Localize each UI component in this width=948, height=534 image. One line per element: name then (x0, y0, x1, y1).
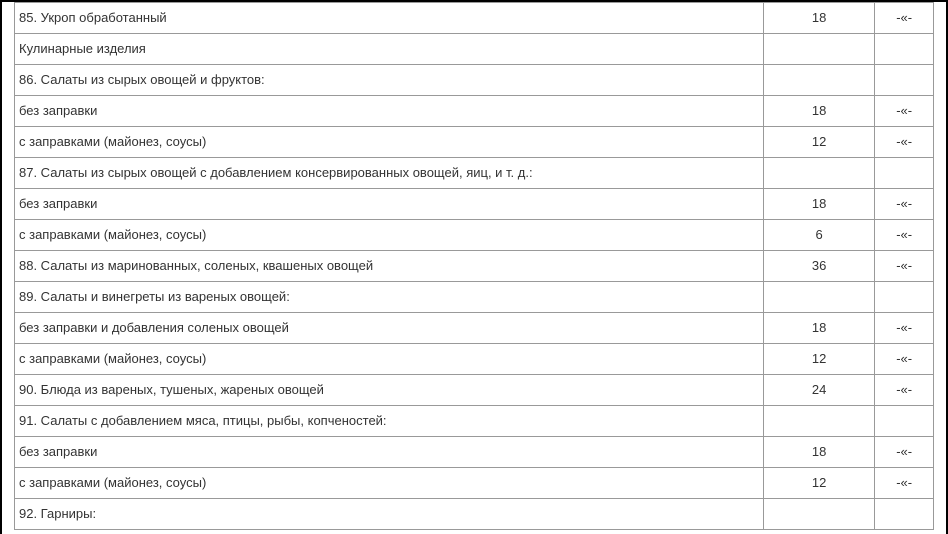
table-row: с заправками (майонез, соусы) 12 -«- (15, 468, 934, 499)
table-row: Кулинарные изделия (15, 34, 934, 65)
table-body: 85. Укроп обработанный 18 -«- Кулинарные… (15, 3, 934, 530)
cell-name: 88. Салаты из маринованных, соленых, ква… (15, 251, 764, 282)
table-row: 85. Укроп обработанный 18 -«- (15, 3, 934, 34)
table-row: 92. Гарниры: (15, 499, 934, 530)
cell-mark (875, 406, 934, 437)
cell-value: 18 (763, 437, 874, 468)
cell-name: с заправками (майонез, соусы) (15, 468, 764, 499)
table-row: без заправки 18 -«- (15, 96, 934, 127)
cell-value: 12 (763, 127, 874, 158)
cell-mark: -«- (875, 251, 934, 282)
cell-mark: -«- (875, 344, 934, 375)
cell-name: без заправки (15, 437, 764, 468)
cell-mark: -«- (875, 468, 934, 499)
cell-value: 18 (763, 3, 874, 34)
cell-value: 18 (763, 96, 874, 127)
data-table: 85. Укроп обработанный 18 -«- Кулинарные… (14, 2, 934, 530)
cell-value (763, 34, 874, 65)
cell-mark: -«- (875, 189, 934, 220)
cell-mark (875, 499, 934, 530)
cell-name: без заправки (15, 189, 764, 220)
table-row: без заправки 18 -«- (15, 189, 934, 220)
cell-value: 12 (763, 344, 874, 375)
cell-name: без заправки (15, 96, 764, 127)
cell-name: с заправками (майонез, соусы) (15, 344, 764, 375)
cell-name: с заправками (майонез, соусы) (15, 127, 764, 158)
cell-name: Кулинарные изделия (15, 34, 764, 65)
table-row: 87. Салаты из сырых овощей с добавлением… (15, 158, 934, 189)
cell-mark (875, 65, 934, 96)
cell-name: без заправки и добавления соленых овощей (15, 313, 764, 344)
cell-mark (875, 282, 934, 313)
table-row: 91. Салаты с добавлением мяса, птицы, ры… (15, 406, 934, 437)
table-row: 89. Салаты и винегреты из вареных овощей… (15, 282, 934, 313)
cell-mark: -«- (875, 313, 934, 344)
table-row: 90. Блюда из вареных, тушеных, жареных о… (15, 375, 934, 406)
table-row: с заправками (майонез, соусы) 12 -«- (15, 127, 934, 158)
cell-value (763, 282, 874, 313)
cell-name: 91. Салаты с добавлением мяса, птицы, ры… (15, 406, 764, 437)
document-page: 85. Укроп обработанный 18 -«- Кулинарные… (0, 0, 948, 534)
cell-mark: -«- (875, 3, 934, 34)
cell-mark: -«- (875, 96, 934, 127)
table-row: без заправки и добавления соленых овощей… (15, 313, 934, 344)
cell-value: 24 (763, 375, 874, 406)
cell-mark (875, 158, 934, 189)
cell-name: 89. Салаты и винегреты из вареных овощей… (15, 282, 764, 313)
cell-name: с заправками (майонез, соусы) (15, 220, 764, 251)
cell-value: 36 (763, 251, 874, 282)
cell-value (763, 65, 874, 96)
cell-value: 12 (763, 468, 874, 499)
cell-value: 18 (763, 313, 874, 344)
table-row: без заправки 18 -«- (15, 437, 934, 468)
cell-name: 87. Салаты из сырых овощей с добавлением… (15, 158, 764, 189)
cell-mark: -«- (875, 437, 934, 468)
table-row: 86. Салаты из сырых овощей и фруктов: (15, 65, 934, 96)
cell-mark: -«- (875, 220, 934, 251)
table-row: 88. Салаты из маринованных, соленых, ква… (15, 251, 934, 282)
cell-mark: -«- (875, 127, 934, 158)
cell-mark: -«- (875, 375, 934, 406)
table-row: с заправками (майонез, соусы) 12 -«- (15, 344, 934, 375)
table-row: с заправками (майонез, соусы) 6 -«- (15, 220, 934, 251)
cell-value (763, 499, 874, 530)
cell-value (763, 406, 874, 437)
cell-name: 86. Салаты из сырых овощей и фруктов: (15, 65, 764, 96)
cell-name: 90. Блюда из вареных, тушеных, жареных о… (15, 375, 764, 406)
cell-value: 6 (763, 220, 874, 251)
cell-name: 92. Гарниры: (15, 499, 764, 530)
cell-value (763, 158, 874, 189)
cell-value: 18 (763, 189, 874, 220)
cell-name: 85. Укроп обработанный (15, 3, 764, 34)
cell-mark (875, 34, 934, 65)
